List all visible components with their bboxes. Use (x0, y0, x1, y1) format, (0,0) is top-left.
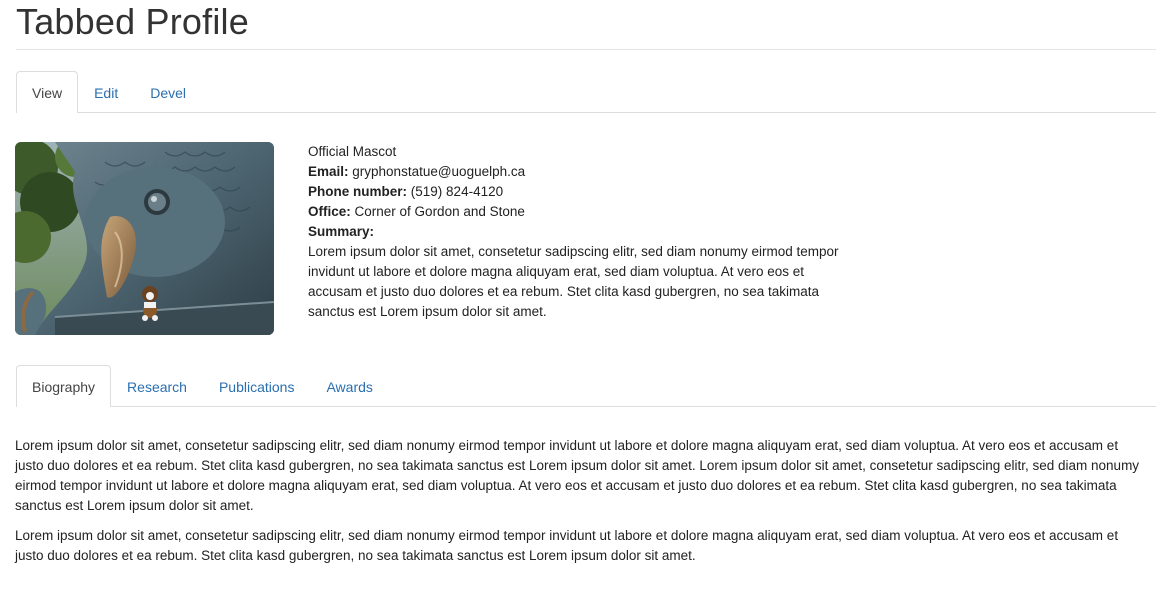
profile-role: Official Mascot (308, 144, 397, 159)
tab-awards[interactable]: Awards (310, 366, 388, 407)
summary-label: Summary: (308, 224, 375, 239)
tab-research[interactable]: Research (111, 366, 203, 407)
email-label: Email: (308, 164, 349, 179)
page-title: Tabbed Profile (16, 1, 249, 42)
tab-publications[interactable]: Publications (203, 366, 311, 407)
title-divider (16, 49, 1156, 50)
biography-panel: Lorem ipsum dolor sit amet, consetetur s… (15, 436, 1150, 576)
biography-paragraph: Lorem ipsum dolor sit amet, consetetur s… (15, 528, 1119, 563)
office-value: Corner of Gordon and Stone (354, 204, 525, 219)
tab-research-label: Research (127, 379, 187, 395)
profile-office-row: Office: Corner of Gordon and Stone (308, 202, 853, 222)
profile-summary-row: Summary: (308, 222, 853, 242)
profile-email-row: Email: gryphonstatue@uoguelph.ca (308, 162, 853, 182)
tab-devel-label: Devel (150, 85, 187, 101)
profile-page: Tabbed Profile View Edit Devel Official … (0, 0, 1170, 603)
tab-view[interactable]: View (16, 71, 79, 113)
email-value: gryphonstatue@uoguelph.ca (352, 164, 526, 179)
page-tabs: View Edit Devel (16, 70, 1156, 113)
tab-awards-label: Awards (326, 379, 373, 395)
office-label: Office: (308, 204, 351, 219)
tab-publications-label: Publications (218, 379, 295, 395)
profile-info: Official Mascot Email: gryphonstatue@uog… (308, 142, 853, 322)
biography-paragraph: Lorem ipsum dolor sit amet, consetetur s… (15, 438, 1140, 513)
tab-biography[interactable]: Biography (16, 365, 112, 407)
profile-photo (15, 142, 274, 335)
tab-edit-label: Edit (94, 85, 119, 101)
tab-devel[interactable]: Devel (134, 72, 202, 113)
section-tabs: Biography Research Publications Awards (16, 364, 1156, 407)
tab-biography-label: Biography (32, 378, 96, 395)
profile-phone-row: Phone number: (519) 824-4120 (308, 182, 853, 202)
phone-value: (519) 824-4120 (410, 184, 504, 199)
phone-label: Phone number: (308, 184, 408, 199)
summary-text: Lorem ipsum dolor sit amet, consetetur s… (308, 244, 839, 319)
tab-view-label: View (32, 84, 63, 101)
tab-edit[interactable]: Edit (78, 72, 134, 113)
